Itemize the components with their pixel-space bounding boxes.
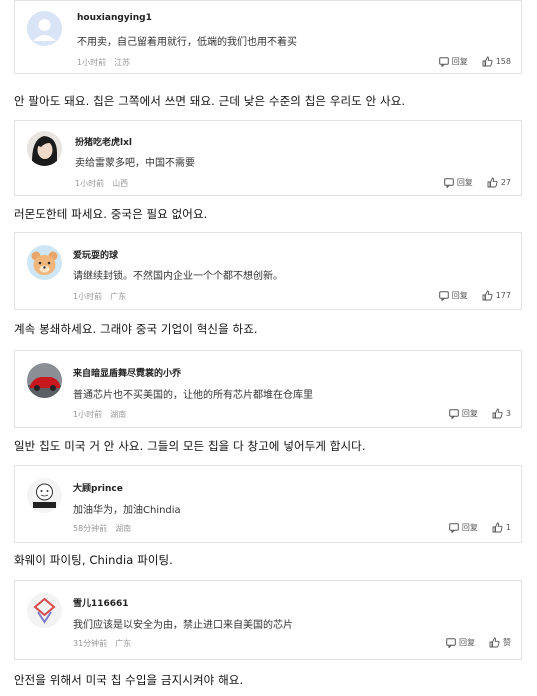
translation-text: 계속 봉쇄하세요. 그래야 중국 기업이 혁신을 하죠.: [14, 322, 258, 336]
reply-label: 回复: [459, 638, 475, 647]
comment-meta: 58分钟前 湖南: [73, 523, 131, 534]
comment-time: 1小时前: [77, 58, 107, 67]
comment-text: 加油华为，加油Chindia: [73, 505, 181, 516]
comment-location: 湖南: [110, 410, 127, 419]
comment-username[interactable]: 爱玩耍的球: [73, 248, 118, 261]
translation-text: 러몬도한테 파세요. 중국은 필요 없어요.: [14, 207, 208, 221]
reply-label: 回复: [461, 523, 478, 532]
comment-card: houxiangying1 不用卖，自己留着用就行，低端的我们也用不着买 1小时…: [14, 0, 522, 74]
comment-time: 1小时前: [73, 410, 103, 419]
comment-username[interactable]: houxiangying1: [77, 13, 152, 23]
thumbs-up-icon: [489, 637, 500, 648]
thumbs-up-icon: [482, 290, 493, 301]
reply-button[interactable]: 回复: [438, 290, 468, 301]
comment-location: 广东: [110, 292, 127, 301]
comment-location: 山西: [112, 179, 129, 188]
like-count: 3: [505, 409, 511, 418]
translation-text: 안 팔아도 돼요. 칩은 그쪽에서 쓰면 돼요. 근데 낮은 수준의 칩은 우리…: [14, 94, 406, 108]
thumbs-up-icon: [487, 177, 498, 188]
comment-actions: 回复 177: [425, 290, 511, 301]
reply-button[interactable]: 回复: [438, 56, 468, 67]
reply-label: 回复: [461, 409, 478, 418]
thumbs-up-icon: [482, 56, 493, 67]
like-count: 177: [495, 291, 511, 300]
avatar[interactable]: [27, 245, 62, 280]
avatar[interactable]: [27, 478, 62, 513]
like-count: 158: [495, 57, 511, 66]
translation-text: 일반 칩도 미국 거 안 사요. 그들의 모든 칩을 다 창고에 넣어두게 합시…: [14, 439, 366, 453]
comment-time: 58分钟前: [73, 524, 108, 533]
comment-card: 来自暗显盾舞尽霓裳的小乔 普通芯片也不买美国的，让他的所有芯片都堆在仓库里 1小…: [14, 350, 522, 428]
red-car-avatar: [27, 363, 62, 398]
cartoon-sticker-avatar: [27, 478, 62, 513]
reply-button[interactable]: 回复: [444, 177, 473, 188]
reply-button[interactable]: 回复: [446, 637, 475, 648]
comment-meta: 1小时前 广东: [73, 291, 126, 302]
comment-time: 1小时前: [73, 292, 103, 301]
comment-text: 不用卖，自己留着用就行，低端的我们也用不着买: [77, 37, 297, 48]
reply-icon: [449, 408, 459, 419]
reply-label: 回复: [451, 57, 468, 66]
reply-label: 回复: [456, 178, 473, 187]
comment-actions: 回复 158: [425, 56, 511, 67]
comment-username[interactable]: 雪儿116661: [73, 596, 129, 609]
like-count: 1: [505, 523, 511, 532]
comment-time: 31分钟前: [73, 639, 108, 648]
woman-photo-avatar: [27, 131, 62, 166]
comment-text: 普通芯片也不买美国的，让他的所有芯片都堆在仓库里: [73, 390, 313, 401]
cartoon-bear-avatar: [27, 245, 62, 280]
comment-actions: 回复 1: [435, 522, 511, 533]
like-button[interactable]: 158: [482, 56, 511, 67]
comment-time: 1小时前: [75, 179, 105, 188]
like-button[interactable]: 1: [492, 522, 511, 533]
translation-text: 화웨이 파이팅, Chindia 파이팅.: [14, 553, 173, 567]
comment-meta: 1小时前 湖南: [73, 409, 126, 420]
like-count: 赞: [503, 638, 511, 647]
reply-icon: [446, 637, 456, 648]
reply-icon: [444, 177, 454, 188]
comment-text: 我们应该是以安全为由，禁止进口来自美国的芯片: [73, 620, 293, 631]
reply-icon: [438, 56, 449, 67]
like-count: 27: [500, 178, 511, 187]
like-button[interactable]: 3: [492, 408, 511, 419]
thumbs-up-icon: [492, 408, 503, 419]
avatar[interactable]: [27, 363, 62, 398]
reply-button[interactable]: 回复: [449, 408, 478, 419]
comment-actions: 回复 赞: [432, 637, 511, 648]
comment-card: 扮猪吃老虎lxl 卖给雷蒙多吧，中国不需要 1小时前 山西 回复 27: [14, 120, 522, 196]
reply-label: 回复: [451, 291, 468, 300]
avatar[interactable]: [27, 11, 62, 46]
comment-meta: 1小时前 山西: [75, 178, 128, 189]
comment-location: 广东: [115, 639, 132, 648]
like-button[interactable]: 27: [487, 177, 511, 188]
thumbs-up-icon: [492, 522, 503, 533]
comment-location: 湖南: [115, 524, 132, 533]
like-button[interactable]: 赞: [489, 637, 511, 648]
reply-icon: [449, 522, 459, 533]
comment-card: 雪儿116661 我们应该是以安全为由，禁止进口来自美国的芯片 31分钟前 广东 …: [14, 580, 522, 660]
comment-username[interactable]: 扮猪吃老虎lxl: [75, 135, 132, 148]
comment-username[interactable]: 来自暗显盾舞尽霓裳的小乔: [73, 366, 181, 379]
comment-text: 卖给雷蒙多吧，中国不需要: [75, 158, 195, 169]
reply-icon: [438, 290, 449, 301]
default-user-icon: [27, 11, 62, 46]
comment-meta: 1小时前 江苏: [77, 57, 130, 68]
comment-meta: 31分钟前 广东: [73, 638, 131, 649]
avatar[interactable]: [27, 131, 62, 166]
reply-button[interactable]: 回复: [449, 522, 478, 533]
comment-username[interactable]: 大顾prince: [73, 481, 123, 494]
comment-card: 大顾prince 加油华为，加油Chindia 58分钟前 湖南 回复 1: [14, 465, 522, 543]
translation-text: 안전을 위해서 미국 칩 수입을 금지시켜야 해요.: [14, 673, 244, 687]
comment-actions: 回复 27: [430, 177, 511, 188]
comment-text: 请继续封锁。不然国内企业一个个都不想创新。: [73, 271, 283, 282]
comment-card: 爱玩耍的球 请继续封锁。不然国内企业一个个都不想创新。 1小时前 广东 回复 17…: [14, 232, 522, 310]
comment-location: 江苏: [114, 58, 131, 67]
geometric-logo-avatar: [27, 593, 62, 628]
avatar[interactable]: [27, 593, 62, 628]
comment-actions: 回复 3: [435, 408, 511, 419]
like-button[interactable]: 177: [482, 290, 511, 301]
